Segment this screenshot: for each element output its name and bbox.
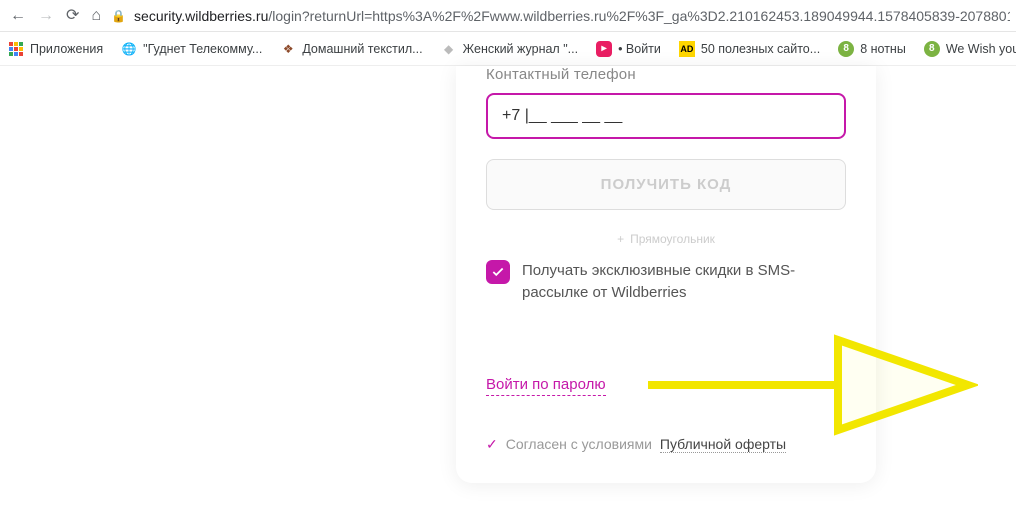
forward-icon[interactable]: →	[38, 8, 54, 24]
bookmark-label: • Войти	[618, 42, 661, 56]
reload-icon[interactable]: ⟳	[66, 8, 79, 24]
back-icon[interactable]: ←	[10, 8, 26, 24]
site-icon: 8	[924, 41, 940, 57]
site-icon: ❖	[280, 41, 296, 57]
address-bar[interactable]: 🔒 security.wildberries.ru/login?returnUr…	[111, 8, 1010, 24]
bookmark-item[interactable]: ◆ Женский журнал "...	[441, 41, 578, 57]
phone-input[interactable]	[486, 93, 846, 139]
agreement-text: Согласен с условиями	[506, 436, 652, 452]
bookmark-label: 8 нотны	[860, 42, 906, 56]
bookmark-apps[interactable]: Приложения	[8, 41, 103, 57]
bookmarks-bar: Приложения 🌐 "Гуднет Телекомму... ❖ Дома…	[0, 32, 1016, 66]
bookmark-label: Домашний текстил...	[302, 42, 422, 56]
get-code-button[interactable]: ПОЛУЧИТЬ КОД	[486, 159, 846, 210]
login-by-password-link[interactable]: Войти по паролю	[486, 376, 606, 396]
bookmark-item[interactable]: 8 We Wish you a Me	[924, 41, 1016, 57]
check-icon	[491, 265, 505, 279]
bookmark-label: Приложения	[30, 42, 103, 56]
sms-consent-text: Получать эксклюзивные скидки в SMS-рассы…	[522, 260, 846, 304]
check-icon: ✓	[486, 436, 498, 453]
ad-icon: AD	[679, 41, 695, 57]
public-offer-link[interactable]: Публичной оферты	[660, 436, 786, 453]
bookmark-label: "Гуднет Телекомму...	[143, 42, 262, 56]
lock-icon: 🔒	[111, 9, 126, 23]
login-card: Контактный телефон ПОЛУЧИТЬ КОД + Прямоу…	[456, 66, 876, 483]
site-icon: 8	[838, 41, 854, 57]
sms-consent-checkbox[interactable]	[486, 260, 510, 284]
bookmark-item[interactable]: 8 8 нотны	[838, 41, 906, 57]
url-host: security.wildberries.ru	[134, 8, 268, 24]
diamond-icon: ◆	[441, 41, 457, 57]
phone-label: Контактный телефон	[486, 66, 846, 83]
site-icon: ▸	[596, 41, 612, 57]
bookmark-item[interactable]: ❖ Домашний текстил...	[280, 41, 422, 57]
url-path: /login?returnUrl=https%3A%2F%2Fwww.wildb…	[268, 8, 1010, 24]
bookmark-label: We Wish you a Me	[946, 42, 1016, 56]
agreement-row: ✓ Согласен с условиями Публичной оферты	[486, 436, 846, 453]
globe-icon: 🌐	[121, 41, 137, 57]
home-icon[interactable]: ⌂	[91, 8, 101, 24]
bookmark-item[interactable]: 🌐 "Гуднет Телекомму...	[121, 41, 262, 57]
shape-hint: + Прямоугольник	[486, 232, 846, 246]
bookmark-item[interactable]: ▸ • Войти	[596, 41, 661, 57]
bookmark-label: Женский журнал "...	[463, 42, 578, 56]
plus-icon: +	[617, 232, 624, 246]
bookmark-item[interactable]: AD 50 полезных сайто...	[679, 41, 820, 57]
bookmark-label: 50 полезных сайто...	[701, 42, 820, 56]
browser-toolbar: ← → ⟳ ⌂ 🔒 security.wildberries.ru/login?…	[0, 0, 1016, 32]
